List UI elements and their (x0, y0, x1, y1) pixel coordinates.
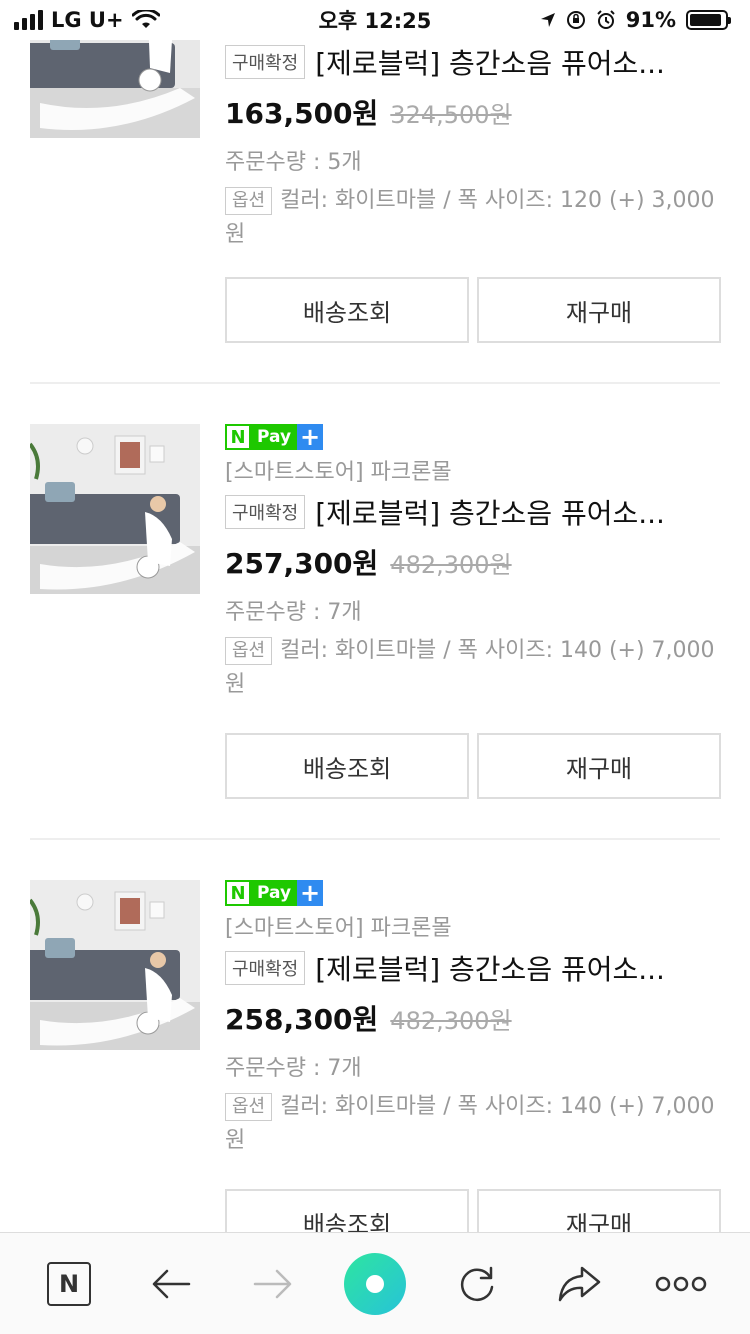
delivery-tracking-button[interactable]: 배송조회 (225, 277, 469, 343)
naver-home-icon: N (47, 1261, 91, 1306)
forward-arrow-icon (253, 1269, 292, 1298)
status-bar: LG U+ 오후 12:25 91% (0, 0, 750, 40)
status-badge: 구매확정 (225, 45, 306, 79)
more-icon (655, 1276, 707, 1291)
delivery-tracking-button[interactable]: 배송조회 (225, 1189, 469, 1232)
battery-percent: 91% (625, 8, 676, 32)
store-name[interactable]: [스마트스토어] 파크론몰 (225, 456, 720, 490)
original-price: 482,300원 (390, 1007, 512, 1035)
price-row: 258,300원 482,300원 (225, 998, 720, 1048)
npay-n: N (225, 424, 251, 450)
divider (30, 382, 720, 384)
order-list: 구매확정 [제로블럭] 층간소음 퓨어소... 163,500원 324,500… (0, 0, 750, 1232)
status-badge: 구매확정 (225, 951, 306, 985)
order-option: 옵션 컬러: 화이트마블 / 폭 사이즈: 140 (+) 7,000원 (225, 1090, 720, 1158)
npay-pay: Pay (251, 424, 298, 450)
sale-price: 258,300원 (225, 1003, 379, 1036)
option-badge: 옵션 (225, 187, 273, 215)
reorder-button[interactable]: 재구매 (477, 277, 721, 343)
order-option: 옵션 컬러: 화이트마블 / 폭 사이즈: 140 (+) 7,000원 (225, 634, 720, 702)
carrier-label: LG U+ (51, 8, 124, 32)
refresh-button[interactable] (442, 1249, 512, 1319)
order-item: N Pay + [스마트스토어] 파크론몰 구매확정 [제로블럭] 층간소음 퓨… (30, 424, 721, 804)
title-row: 구매확정 [제로블럭] 층간소음 퓨어소... (225, 40, 720, 84)
product-thumbnail[interactable] (30, 880, 200, 1050)
wifi-icon (131, 10, 160, 28)
refresh-icon (460, 1266, 494, 1301)
naver-home-button[interactable]: N (34, 1249, 104, 1319)
alarm-icon (597, 10, 615, 29)
forward-button[interactable] (238, 1249, 308, 1319)
order-option: 옵션 컬러: 화이트마블 / 폭 사이즈: 120 (+) 3,000원 (225, 184, 720, 252)
original-price: 324,500원 (390, 101, 512, 129)
option-text: 컬러: 화이트마블 / 폭 사이즈: 140 (+) 7,000원 (225, 1094, 715, 1153)
order-quantity: 주문수량 : 7개 (225, 1056, 362, 1081)
original-price: 482,300원 (390, 551, 512, 579)
option-badge: 옵션 (225, 1093, 273, 1121)
product-thumbnail[interactable] (30, 424, 200, 594)
reorder-button[interactable]: 재구매 (477, 1189, 721, 1232)
option-badge: 옵션 (225, 637, 273, 665)
status-right: 91% (540, 8, 731, 32)
npay-plus: + (297, 424, 324, 450)
divider (30, 838, 720, 840)
product-name[interactable]: [제로블럭] 층간소음 퓨어소... (315, 948, 665, 988)
npay-badge: N Pay + (225, 424, 720, 452)
store-name[interactable]: [스마트스토어] 파크론몰 (225, 912, 720, 946)
order-quantity: 주문수량 : 7개 (225, 600, 362, 625)
product-name[interactable]: [제로블럭] 층간소음 퓨어소... (315, 42, 665, 82)
sale-price: 163,500원 (225, 97, 379, 130)
browser-toolbar: N (0, 1232, 750, 1334)
green-dot-button[interactable] (340, 1249, 410, 1319)
npay-pay: Pay (251, 880, 298, 906)
option-text: 컬러: 화이트마블 / 폭 사이즈: 140 (+) 7,000원 (225, 638, 715, 697)
npay-badge: N Pay + (225, 880, 720, 908)
npay-plus: + (297, 880, 324, 906)
share-icon (558, 1266, 601, 1301)
product-name[interactable]: [제로블럭] 층간소음 퓨어소... (315, 492, 665, 532)
title-row: 구매확정 [제로블럭] 층간소음 퓨어소... (225, 490, 720, 534)
order-quantity: 주문수량 : 5개 (225, 150, 362, 175)
back-button[interactable] (136, 1249, 206, 1319)
back-arrow-icon (152, 1269, 191, 1298)
npay-n: N (225, 880, 251, 906)
sale-price: 257,300원 (225, 547, 379, 580)
reorder-button[interactable]: 재구매 (477, 733, 721, 799)
delivery-tracking-button[interactable]: 배송조회 (225, 733, 469, 799)
option-text: 컬러: 화이트마블 / 폭 사이즈: 120 (+) 3,000원 (225, 188, 715, 247)
order-item: N Pay + [스마트스토어] 파크론몰 구매확정 [제로블럭] 층간소음 퓨… (30, 880, 721, 1232)
price-row: 163,500원 324,500원 (225, 92, 720, 142)
status-badge: 구매확정 (225, 495, 306, 529)
more-button[interactable] (646, 1249, 716, 1319)
signal-icon (14, 10, 43, 30)
title-row: 구매확정 [제로블럭] 층간소음 퓨어소... (225, 946, 720, 990)
rotation-lock-icon (566, 11, 585, 29)
share-button[interactable] (544, 1249, 614, 1319)
location-arrow-icon (540, 13, 555, 27)
green-dot-icon (344, 1252, 406, 1315)
price-row: 257,300원 482,300원 (225, 542, 720, 592)
order-item: 구매확정 [제로블럭] 층간소음 퓨어소... 163,500원 324,500… (30, 0, 721, 370)
battery-icon (686, 10, 731, 30)
status-left: LG U+ (14, 8, 160, 32)
